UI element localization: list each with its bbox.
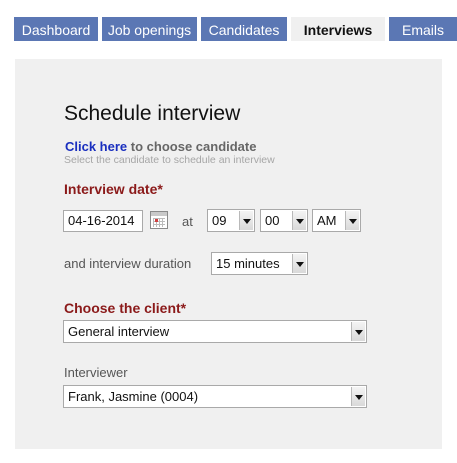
chevron-down-icon xyxy=(292,211,306,230)
ampm-value: AM xyxy=(317,213,337,228)
calendar-icon[interactable] xyxy=(150,211,168,229)
tab-interviews[interactable]: Interviews xyxy=(291,17,385,41)
page-title: Schedule interview xyxy=(64,102,241,125)
client-select[interactable]: General interview xyxy=(63,320,367,343)
interview-date-label: Interview date* xyxy=(64,181,163,197)
chevron-down-icon xyxy=(292,254,306,273)
tab-emails[interactable]: Emails xyxy=(389,17,457,41)
client-value: General interview xyxy=(68,324,170,339)
chevron-down-icon xyxy=(351,387,365,406)
hour-select[interactable]: 09 xyxy=(207,209,255,232)
tab-candidates[interactable]: Candidates xyxy=(201,17,287,41)
chevron-down-icon xyxy=(345,211,359,230)
choose-candidate-hint: Select the candidate to schedule an inte… xyxy=(64,154,275,166)
minute-value: 00 xyxy=(265,213,280,228)
at-label: at xyxy=(182,214,193,229)
choose-candidate-line: Click here to choose candidate xyxy=(65,139,256,154)
tab-dashboard[interactable]: Dashboard xyxy=(14,17,98,41)
duration-value: 15 minutes xyxy=(216,256,280,271)
schedule-interview-panel: Schedule interview Click here to choose … xyxy=(15,59,442,449)
interviewer-select[interactable]: Frank, Jasmine (0004) xyxy=(63,385,367,408)
duration-select[interactable]: 15 minutes xyxy=(211,252,308,275)
choose-candidate-link[interactable]: Click here xyxy=(65,139,127,154)
tab-bar: Dashboard Job openings Candidates Interv… xyxy=(0,0,457,41)
duration-label: and interview duration xyxy=(64,256,192,271)
chevron-down-icon xyxy=(351,322,365,341)
ampm-select[interactable]: AM xyxy=(312,209,361,232)
chevron-down-icon xyxy=(239,211,253,230)
interviewer-value: Frank, Jasmine (0004) xyxy=(68,389,199,404)
hour-value: 09 xyxy=(212,213,227,228)
interview-date-input[interactable]: 04-16-2014 xyxy=(63,210,143,232)
choose-client-label: Choose the client* xyxy=(64,300,187,316)
tab-job-openings[interactable]: Job openings xyxy=(102,17,197,41)
interviewer-label: Interviewer xyxy=(64,365,128,380)
choose-candidate-text: to choose candidate xyxy=(130,139,257,154)
minute-select[interactable]: 00 xyxy=(260,209,308,232)
